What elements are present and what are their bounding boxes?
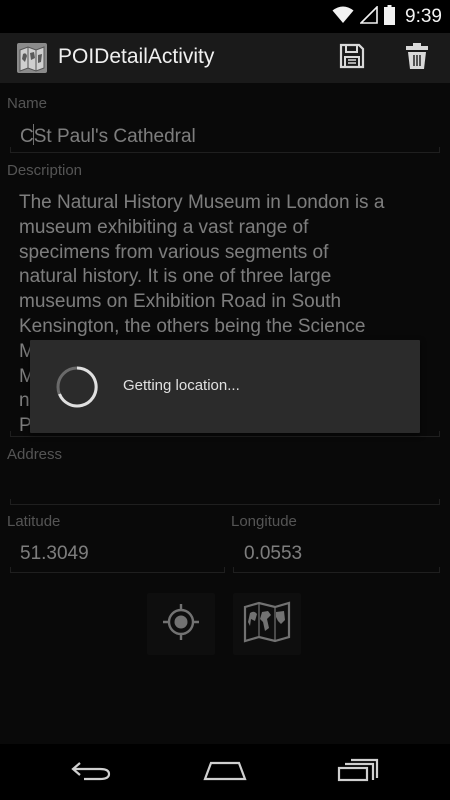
action-bar: POIDetailActivity — [0, 33, 450, 83]
battery-icon — [384, 4, 396, 29]
app-title: POIDetailActivity — [58, 45, 215, 68]
recents-icon — [337, 758, 379, 786]
delete-icon — [404, 42, 430, 74]
save-icon — [338, 42, 366, 74]
app-map-icon[interactable] — [16, 42, 48, 74]
back-button[interactable] — [61, 752, 121, 792]
loading-spinner-icon — [54, 364, 100, 410]
progress-dialog: Getting location... — [30, 340, 420, 433]
home-button[interactable] — [195, 752, 255, 792]
back-icon — [70, 759, 112, 785]
wifi-icon — [332, 6, 354, 28]
navigation-bar — [0, 744, 450, 800]
progress-message: Getting location... — [123, 377, 240, 394]
save-button[interactable] — [335, 41, 369, 75]
clock: 9:39 — [405, 5, 442, 27]
status-bar: 9:39 — [0, 0, 450, 33]
delete-button[interactable] — [400, 41, 434, 75]
recents-button[interactable] — [328, 752, 388, 792]
signal-icon — [359, 4, 378, 28]
home-icon — [203, 759, 247, 785]
status-icons: 9:39 — [332, 4, 442, 29]
